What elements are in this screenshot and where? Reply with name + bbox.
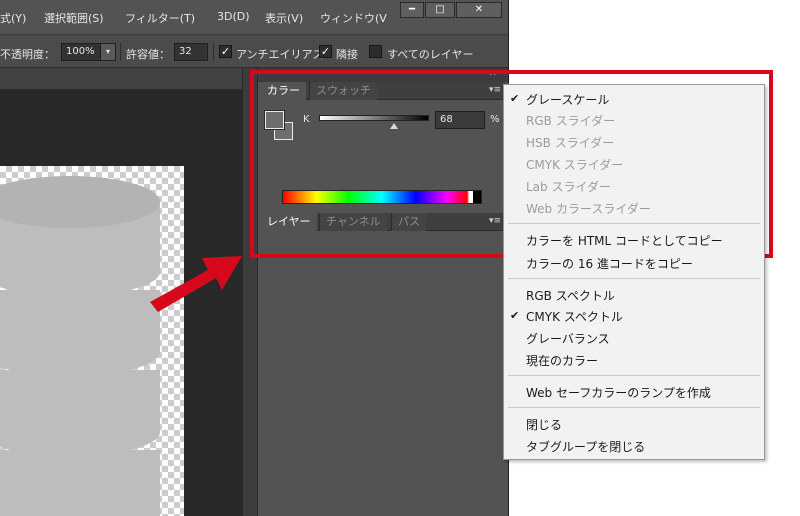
annotation-arrow-icon	[150, 256, 242, 312]
tolerance-field[interactable]: 32	[174, 43, 208, 61]
color-panel-context-menu: ✔ グレースケール RGB スライダー HSB スライダー CMYK スライダー…	[503, 84, 765, 460]
divider	[213, 43, 214, 61]
antialias-label: アンチエイリアス	[236, 48, 324, 61]
menu-item-copy-html[interactable]: カラーを HTML コードとしてコピー	[526, 232, 723, 249]
menu-item-grayscale[interactable]: グレースケール	[526, 91, 609, 108]
menu-separator	[508, 407, 760, 408]
menu-item-format[interactable]: 式(Y)	[0, 10, 26, 26]
menu-item-gray-balance[interactable]: グレーバランス	[526, 330, 610, 347]
menu-item-cmyk-spectrum[interactable]: CMYK スペクトル	[526, 308, 623, 325]
menu-item-web-color-sliders[interactable]: Web カラースライダー	[526, 200, 651, 217]
menu-item-lab-sliders[interactable]: Lab スライダー	[526, 178, 611, 195]
menu-item-close-tab-group[interactable]: タブグループを閉じる	[526, 438, 645, 455]
layers-panel-body	[258, 231, 508, 516]
menu-item-3d[interactable]: 3D(D)	[217, 10, 250, 23]
menu-item-select[interactable]: 選択範囲(S)	[44, 10, 104, 26]
cylinder-artwork	[0, 176, 160, 516]
menu-item-hsb-sliders[interactable]: HSB スライダー	[526, 134, 614, 151]
screenshot-stage: 式(Y) 選択範囲(S) フィルター(T) 3D(D) 表示(V) ウィンドウ(…	[0, 0, 800, 516]
minimize-button[interactable]: ━	[400, 2, 424, 18]
contiguous-label: 隣接	[336, 48, 358, 61]
menu-item-rgb-sliders[interactable]: RGB スライダー	[526, 112, 615, 129]
divider	[120, 43, 121, 61]
menu-item-web-safe-ramp[interactable]: Web セーフカラーのランプを作成	[526, 384, 711, 401]
menu-separator	[508, 278, 760, 279]
menu-item-view[interactable]: 表示(V)	[265, 10, 303, 26]
all-layers-label: すべてのレイヤー	[387, 48, 474, 61]
document-canvas[interactable]	[0, 166, 184, 516]
opacity-field[interactable]: 100%	[61, 43, 101, 61]
maximize-button[interactable]: □	[425, 2, 455, 18]
check-icon: ✔	[510, 309, 520, 322]
menu-item-current-color[interactable]: 現在のカラー	[526, 352, 598, 369]
menu-item-window[interactable]: ウィンドウ(V	[320, 10, 387, 26]
all-layers-checkbox[interactable]	[369, 45, 382, 58]
options-bar: 不透明度： 100% ▾ 許容値： 32 ✓ アンチエイリアス ✓ 隣接 すべて…	[0, 34, 508, 68]
menu-item-copy-hex[interactable]: カラーの 16 進コードをコピー	[526, 255, 693, 272]
opacity-label: 不透明度：	[0, 48, 55, 61]
menu-item-rgb-spectrum[interactable]: RGB スペクトル	[526, 287, 615, 304]
menu-item-close[interactable]: 閉じる	[526, 416, 562, 433]
menu-separator	[508, 375, 760, 376]
menu-item-cmyk-sliders[interactable]: CMYK スライダー	[526, 156, 623, 173]
contiguous-checkbox[interactable]: ✓	[319, 45, 332, 58]
check-icon: ✔	[510, 92, 520, 105]
menu-separator	[508, 223, 760, 224]
antialias-checkbox[interactable]: ✓	[219, 45, 232, 58]
menu-bar: 式(Y) 選択範囲(S) フィルター(T) 3D(D) 表示(V) ウィンドウ(…	[0, 0, 508, 34]
document-tab-strip	[0, 68, 243, 90]
opacity-dropdown-icon[interactable]: ▾	[100, 43, 116, 61]
close-button[interactable]: ✕	[456, 2, 502, 18]
tolerance-label: 許容値：	[126, 48, 170, 61]
menu-item-filter[interactable]: フィルター(T)	[125, 10, 195, 26]
